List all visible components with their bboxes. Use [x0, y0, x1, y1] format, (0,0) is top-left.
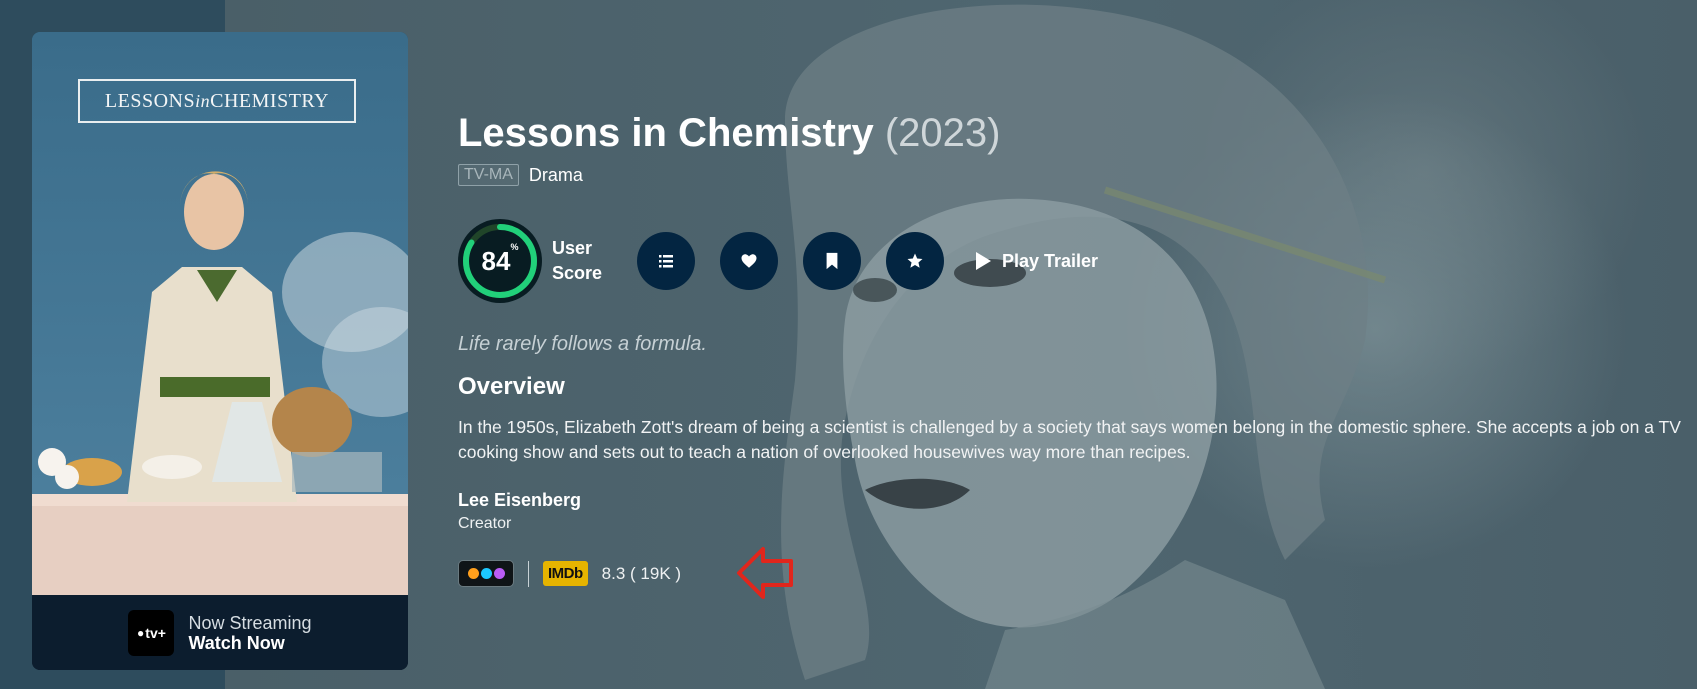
apple-tv-logo: ● tv+ — [128, 609, 175, 656]
star-icon — [907, 253, 923, 268]
rate-button[interactable] — [886, 232, 944, 290]
play-icon — [976, 252, 991, 270]
overview-heading: Overview — [458, 373, 565, 400]
heart-icon — [741, 254, 757, 268]
poster-card[interactable]: LESSONS in CHEMISTRY ● tv+ Now Streaming … — [32, 32, 408, 670]
show-title[interactable]: Lessons in Chemistry — [458, 111, 874, 155]
justwatch-dot — [467, 568, 479, 579]
poster-title-in: in — [195, 90, 211, 111]
creator-role: Creator — [458, 515, 512, 532]
apple-icon: ● — [137, 625, 145, 640]
release-year: (2023) — [884, 111, 1001, 155]
overview-text: In the 1950s, Elizabeth Zott's dream of … — [458, 417, 1681, 462]
list-icon — [659, 255, 673, 268]
backdrop-portrait — [781, 4, 1387, 689]
provider-logo-text: tv+ — [145, 624, 166, 641]
now-streaming-bar[interactable]: ● tv+ Now Streaming Watch Now — [32, 595, 408, 670]
bookmark-icon — [826, 252, 838, 270]
imdb-logo[interactable]: IMDb — [543, 561, 588, 586]
watch-now-link[interactable]: Watch Now — [188, 633, 311, 653]
ratings-divider — [528, 560, 529, 587]
actions-row: 84% User Score Play Trailer — [458, 219, 1098, 303]
score-label-line: User — [552, 238, 593, 258]
justwatch-dot — [480, 568, 492, 579]
user-score-chart[interactable]: 84% — [458, 219, 542, 303]
red-arrow-annotation-icon — [737, 547, 793, 599]
add-to-list-button[interactable] — [637, 232, 695, 290]
external-ratings: IMDb 8.3 ( 19K ) — [458, 560, 681, 587]
score-number: 84 — [481, 245, 511, 276]
certification-badge: TV-MA — [458, 164, 519, 186]
user-score-value: 84% — [481, 242, 519, 277]
creator-name-link[interactable]: Lee Eisenberg — [458, 490, 581, 511]
backdrop-image — [225, 0, 1697, 689]
now-streaming-label: Now Streaming — [188, 612, 312, 633]
poster-title-part: LESSONS — [104, 89, 196, 112]
play-trailer-button[interactable]: Play Trailer — [974, 251, 1098, 272]
genre-link[interactable]: Drama — [529, 165, 583, 186]
tagline: Life rarely follows a formula. — [458, 333, 707, 355]
justwatch-logo[interactable] — [458, 560, 514, 587]
poster-image[interactable]: LESSONS in CHEMISTRY — [32, 32, 408, 595]
page-title: Lessons in Chemistry (2023) — [458, 111, 1000, 156]
watchlist-button[interactable] — [803, 232, 861, 290]
score-unit: % — [510, 241, 519, 252]
poster-title: LESSONS in CHEMISTRY — [78, 79, 356, 123]
user-score-label: User Score — [552, 236, 612, 286]
favorite-button[interactable] — [720, 232, 778, 290]
score-label-line: Score — [552, 263, 603, 283]
facts-row: TV-MA Drama — [458, 164, 583, 186]
play-trailer-label: Play Trailer — [1002, 250, 1099, 271]
imdb-rating: 8.3 ( 19K ) — [601, 563, 682, 583]
poster-title-part: CHEMISTRY — [210, 89, 330, 112]
justwatch-dot — [493, 568, 505, 579]
